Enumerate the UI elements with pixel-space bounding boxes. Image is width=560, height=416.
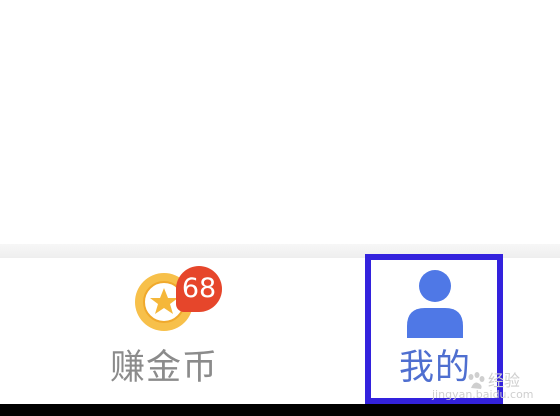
watermark-url: jingyan.baidu.com [432,388,534,401]
watermark: 经验 jingyan.baidu.com [432,372,558,404]
notification-badge: 68 [176,266,222,312]
app-screen: 68 赚金币 我的 经验 jingyan.baidu.com [0,0,560,416]
person-icon [407,270,463,338]
system-bottom-bar [0,404,560,416]
tab-earn-coins-label: 赚金币 [109,348,218,388]
tabbar-divider [0,244,560,258]
content-area [0,0,560,244]
tab-earn-coins[interactable]: 68 赚金币 [84,258,244,404]
